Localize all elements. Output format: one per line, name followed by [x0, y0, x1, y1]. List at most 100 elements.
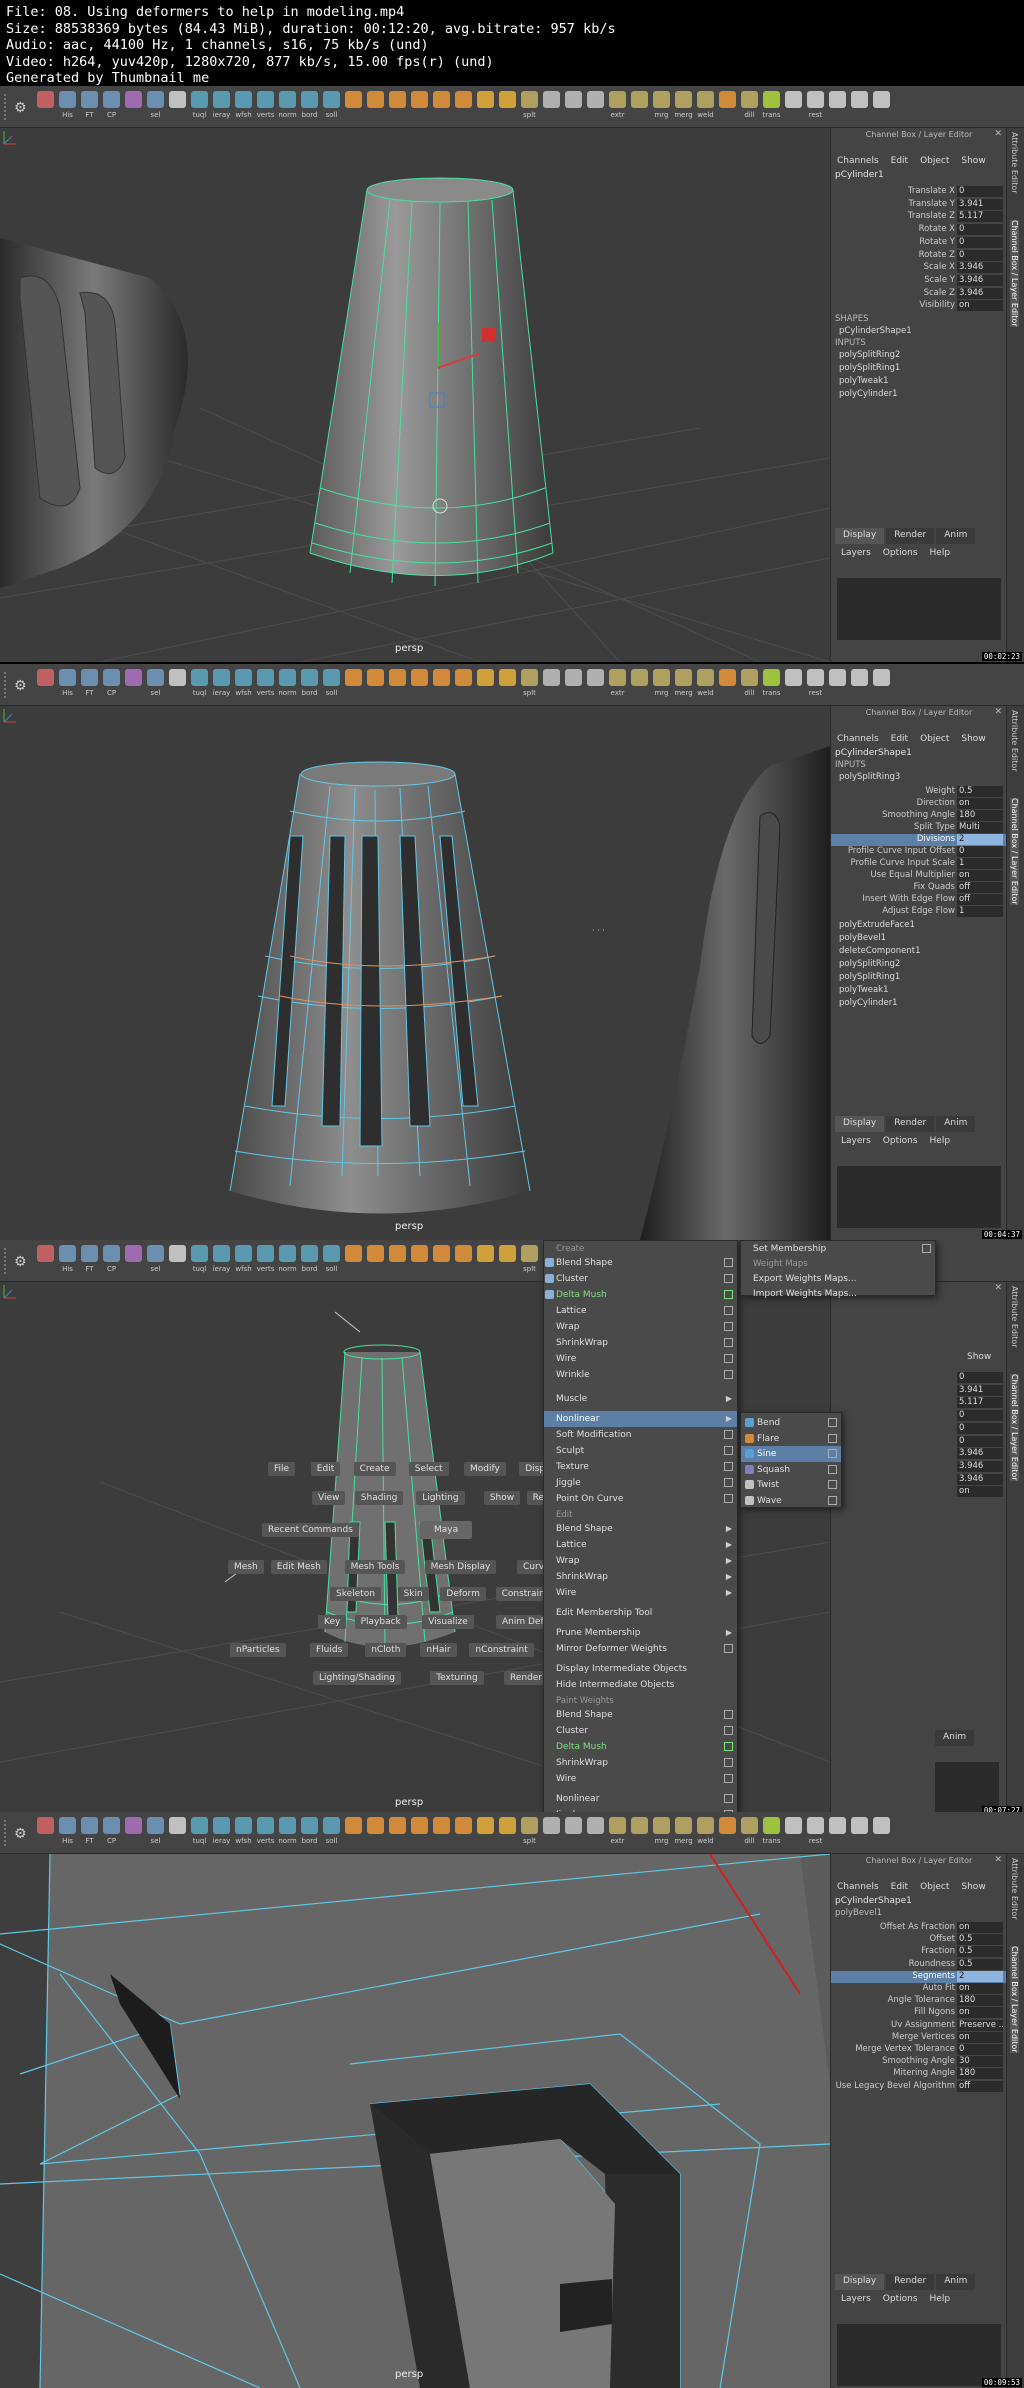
menu-item[interactable]: Wire ▶ [544, 1585, 737, 1601]
shelf-tool-icon[interactable]: norm [278, 89, 297, 125]
menu-hide-intermediate[interactable]: Hide Intermediate Objects [544, 1677, 737, 1693]
shelf-tool-icon[interactable]: splt [520, 1243, 539, 1279]
shelf-tool-icon[interactable] [432, 89, 451, 125]
shelf-tool-icon[interactable] [630, 89, 649, 125]
shelf-tool-icon[interactable] [168, 1815, 187, 1851]
menu-item[interactable]: ShrinkWrap [544, 1755, 737, 1771]
shelf-tool-icon[interactable] [498, 89, 517, 125]
option-box[interactable] [828, 1433, 837, 1443]
hotbox-menu-render[interactable]: Render [504, 1671, 549, 1685]
shelf-tool-icon[interactable] [850, 667, 869, 703]
attr-row[interactable]: 3.946 [831, 1448, 1007, 1460]
input-node[interactable]: polyExtrudeFace1 [839, 920, 915, 930]
hotbox-menu-edit[interactable]: Edit [310, 1462, 341, 1476]
shelf-tool-icon[interactable] [410, 89, 429, 125]
shelf-tool-icon[interactable] [872, 667, 891, 703]
attr-row[interactable]: Offset 0.5 [831, 1934, 1007, 1946]
attr-value-field[interactable]: 3.946 [957, 1473, 1003, 1485]
attr-row[interactable]: Weight 0.5 [831, 786, 1007, 798]
shelf-tool-icon[interactable] [564, 89, 583, 125]
object-name[interactable]: pCylinderShape1 [835, 748, 912, 758]
input-node[interactable]: deleteComponent1 [839, 946, 921, 956]
menu-object[interactable]: Object [920, 156, 949, 166]
shelf-tool-icon[interactable]: weld [696, 667, 715, 703]
attr-row[interactable]: 0 [831, 1410, 1007, 1422]
shelf-tool-icon[interactable] [344, 1243, 363, 1279]
shelf-tool-icon[interactable]: bord [300, 667, 319, 703]
attr-value-field[interactable]: Preserve ... [957, 2019, 1003, 2031]
option-box[interactable] [828, 1464, 837, 1474]
shelf-tool-icon[interactable]: CP [102, 1243, 121, 1279]
menu-item[interactable]: Delta Mush [544, 1739, 737, 1755]
shelf-tool-icon[interactable]: soll [322, 667, 341, 703]
shelf-tool-icon[interactable] [718, 667, 737, 703]
shelf-tool-icon[interactable]: dill [740, 1815, 759, 1851]
hotbox-menu-nconstraint[interactable]: nConstraint [469, 1643, 534, 1657]
shelf-tool-icon[interactable] [850, 1815, 869, 1851]
menu-display-intermediate[interactable]: Display Intermediate Objects [544, 1661, 737, 1677]
menu-object[interactable]: Object [920, 1882, 949, 1892]
input-node[interactable]: polySplitRing2 [839, 959, 900, 969]
shelf-tool-icon[interactable]: norm [278, 1243, 297, 1279]
menu-channels[interactable]: Channels [837, 156, 879, 166]
shelf-tool-icon[interactable]: norm [278, 1815, 297, 1851]
hotbox-menu-shading[interactable]: Shading [354, 1491, 404, 1505]
attr-value-field[interactable]: 3.946 [957, 1448, 1003, 1460]
tab-render[interactable]: Render [886, 1116, 935, 1132]
menu-item[interactable]: Cluster [544, 1723, 737, 1739]
attr-row[interactable]: Profile Curve Input Offset 0 [831, 846, 1007, 858]
hotbox-menu-lighting[interactable]: Lighting [416, 1491, 465, 1505]
shelf-tool-icon[interactable]: tuql [190, 1243, 209, 1279]
tab-display[interactable]: Display [835, 528, 885, 544]
shelf-tool-icon[interactable] [36, 1815, 55, 1851]
menu-layers[interactable]: Layers [841, 548, 871, 558]
shelf-tool-icon[interactable] [344, 667, 363, 703]
tab-channel-box[interactable]: Channel Box / Layer Editor [1010, 220, 1019, 327]
shelf-tool-icon[interactable]: His [58, 89, 77, 125]
shelf-tool-icon[interactable] [432, 667, 451, 703]
attr-value-field[interactable]: 0.5 [957, 1934, 1003, 1946]
tab-display[interactable]: Display [835, 2274, 885, 2290]
shelf-tool-icon[interactable]: verts [256, 667, 275, 703]
attr-value-field[interactable]: 3.941 [957, 198, 1003, 210]
attr-value-field[interactable]: 0 [957, 186, 1003, 197]
attr-value-field[interactable]: 180 [957, 810, 1003, 821]
shelf-tool-icon[interactable]: mrg [652, 667, 671, 703]
option-box[interactable] [828, 1480, 837, 1489]
shelf-tool-icon[interactable]: verts [256, 1243, 275, 1279]
shelf-tool-icon[interactable]: extr [608, 667, 627, 703]
hotbox-menu-view[interactable]: View [312, 1491, 346, 1505]
shelf-tool-icon[interactable] [432, 1815, 451, 1851]
shelf-tool-icon[interactable]: bord [300, 1243, 319, 1279]
option-box[interactable] [724, 1370, 733, 1379]
attr-row[interactable]: Merge Vertex Tolerance 0 [831, 2044, 1007, 2056]
menu-muscle[interactable]: Muscle ▶ [544, 1391, 737, 1407]
attr-value-field[interactable]: 180 [957, 2068, 1003, 2080]
hotbox-menu-deform[interactable]: Deform [440, 1587, 486, 1601]
node-name[interactable]: polyBevel1 [835, 1908, 882, 1918]
attr-row[interactable]: Direction on [831, 798, 1007, 810]
menu-layers[interactable]: Layers [841, 1136, 871, 1146]
tab-channel-box[interactable]: Channel Box / Layer Editor [1010, 1374, 1019, 1481]
attr-value-field[interactable]: 0.5 [957, 1958, 1003, 1970]
menu-item[interactable]: Lattice [544, 1303, 737, 1319]
shelf-tool-icon[interactable] [168, 1243, 187, 1279]
shelf-tool-icon[interactable] [344, 1815, 363, 1851]
shelf-tool-icon[interactable]: sel [146, 1243, 165, 1279]
menu-item[interactable]: Point On Curve [544, 1491, 737, 1507]
tab-render[interactable]: Render [886, 528, 935, 544]
menu-options[interactable]: Options [883, 1136, 918, 1146]
hotbox-menu-texturing[interactable]: Texturing [430, 1671, 484, 1685]
tab-anim[interactable]: Anim [936, 2274, 976, 2290]
tab-anim[interactable]: Anim [935, 1730, 975, 1746]
hotbox-maya[interactable]: Maya [420, 1521, 473, 1539]
shelf-tool-icon[interactable]: splt [520, 89, 539, 125]
shelf-tool-icon[interactable]: trans [762, 667, 781, 703]
shelf-tool-icon[interactable]: rest [806, 667, 825, 703]
shelf-tool-icon[interactable]: ieray [212, 1243, 231, 1279]
menu-item[interactable]: Wrap ▶ [544, 1553, 737, 1569]
attr-value-field[interactable]: on [957, 798, 1003, 809]
attr-row[interactable]: Fill Ngons on [831, 2007, 1007, 2019]
attr-value-field[interactable]: 0 [957, 1372, 1003, 1383]
hotbox-menu-edit-mesh[interactable]: Edit Mesh [270, 1560, 327, 1574]
